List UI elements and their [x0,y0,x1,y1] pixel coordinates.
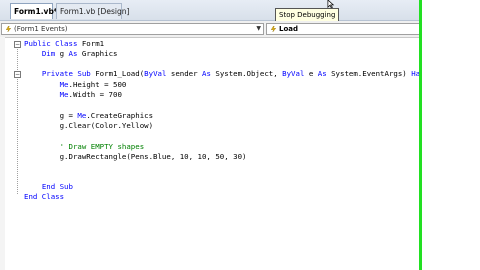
method-name-value: Load [279,25,299,33]
events-icon [5,26,12,32]
code-editor[interactable]: − − Public Class Form1 Dim g As Graphics… [0,37,480,270]
empty-workspace [422,0,480,270]
code-line: Dim g As Graphics [41,49,118,58]
code-line: g.Clear(Color.Yellow) [24,121,154,130]
code-line: Me.Height = 500 [59,80,127,89]
chevron-down-icon[interactable]: ▼ [256,24,261,34]
code-line: Private Sub Form1_Load(ByVal sender As S… [41,69,425,78]
code-line-comment: ' Draw EMPTY shapes [24,142,145,151]
tab-form1-design[interactable]: Form1.vb [Design] [56,3,129,19]
code-line: End Class [24,192,65,201]
code-line: g.DrawRectangle(Pens.Blue, 10, 10, 50, 3… [24,152,247,161]
code-navigation-bar: (Form1 Events) ▼ Load [0,21,480,38]
class-name-dropdown[interactable]: (Form1 Events) ▼ [1,23,264,35]
document-tab-bar: Form1.vb* Form1.vb [Design] [0,0,480,21]
code-line: End Sub [41,182,73,191]
tab-form1-vb[interactable]: Form1.vb* [10,3,58,19]
code-line: Public Class Form1 [24,39,105,48]
class-name-value: (Form1 Events) [14,25,68,33]
event-icon [270,26,277,32]
collapse-class-toggle[interactable]: − [14,41,21,48]
collapse-sub-toggle[interactable]: − [14,71,21,78]
tab-label: Form1.vb* [14,7,58,16]
code-line: g = Me.CreateGraphics [24,111,154,120]
code-line: Me.Width = 700 [59,90,122,99]
tab-label: Form1.vb [Design] [60,7,130,16]
stop-debugging-tooltip: Stop Debugging [275,8,340,22]
